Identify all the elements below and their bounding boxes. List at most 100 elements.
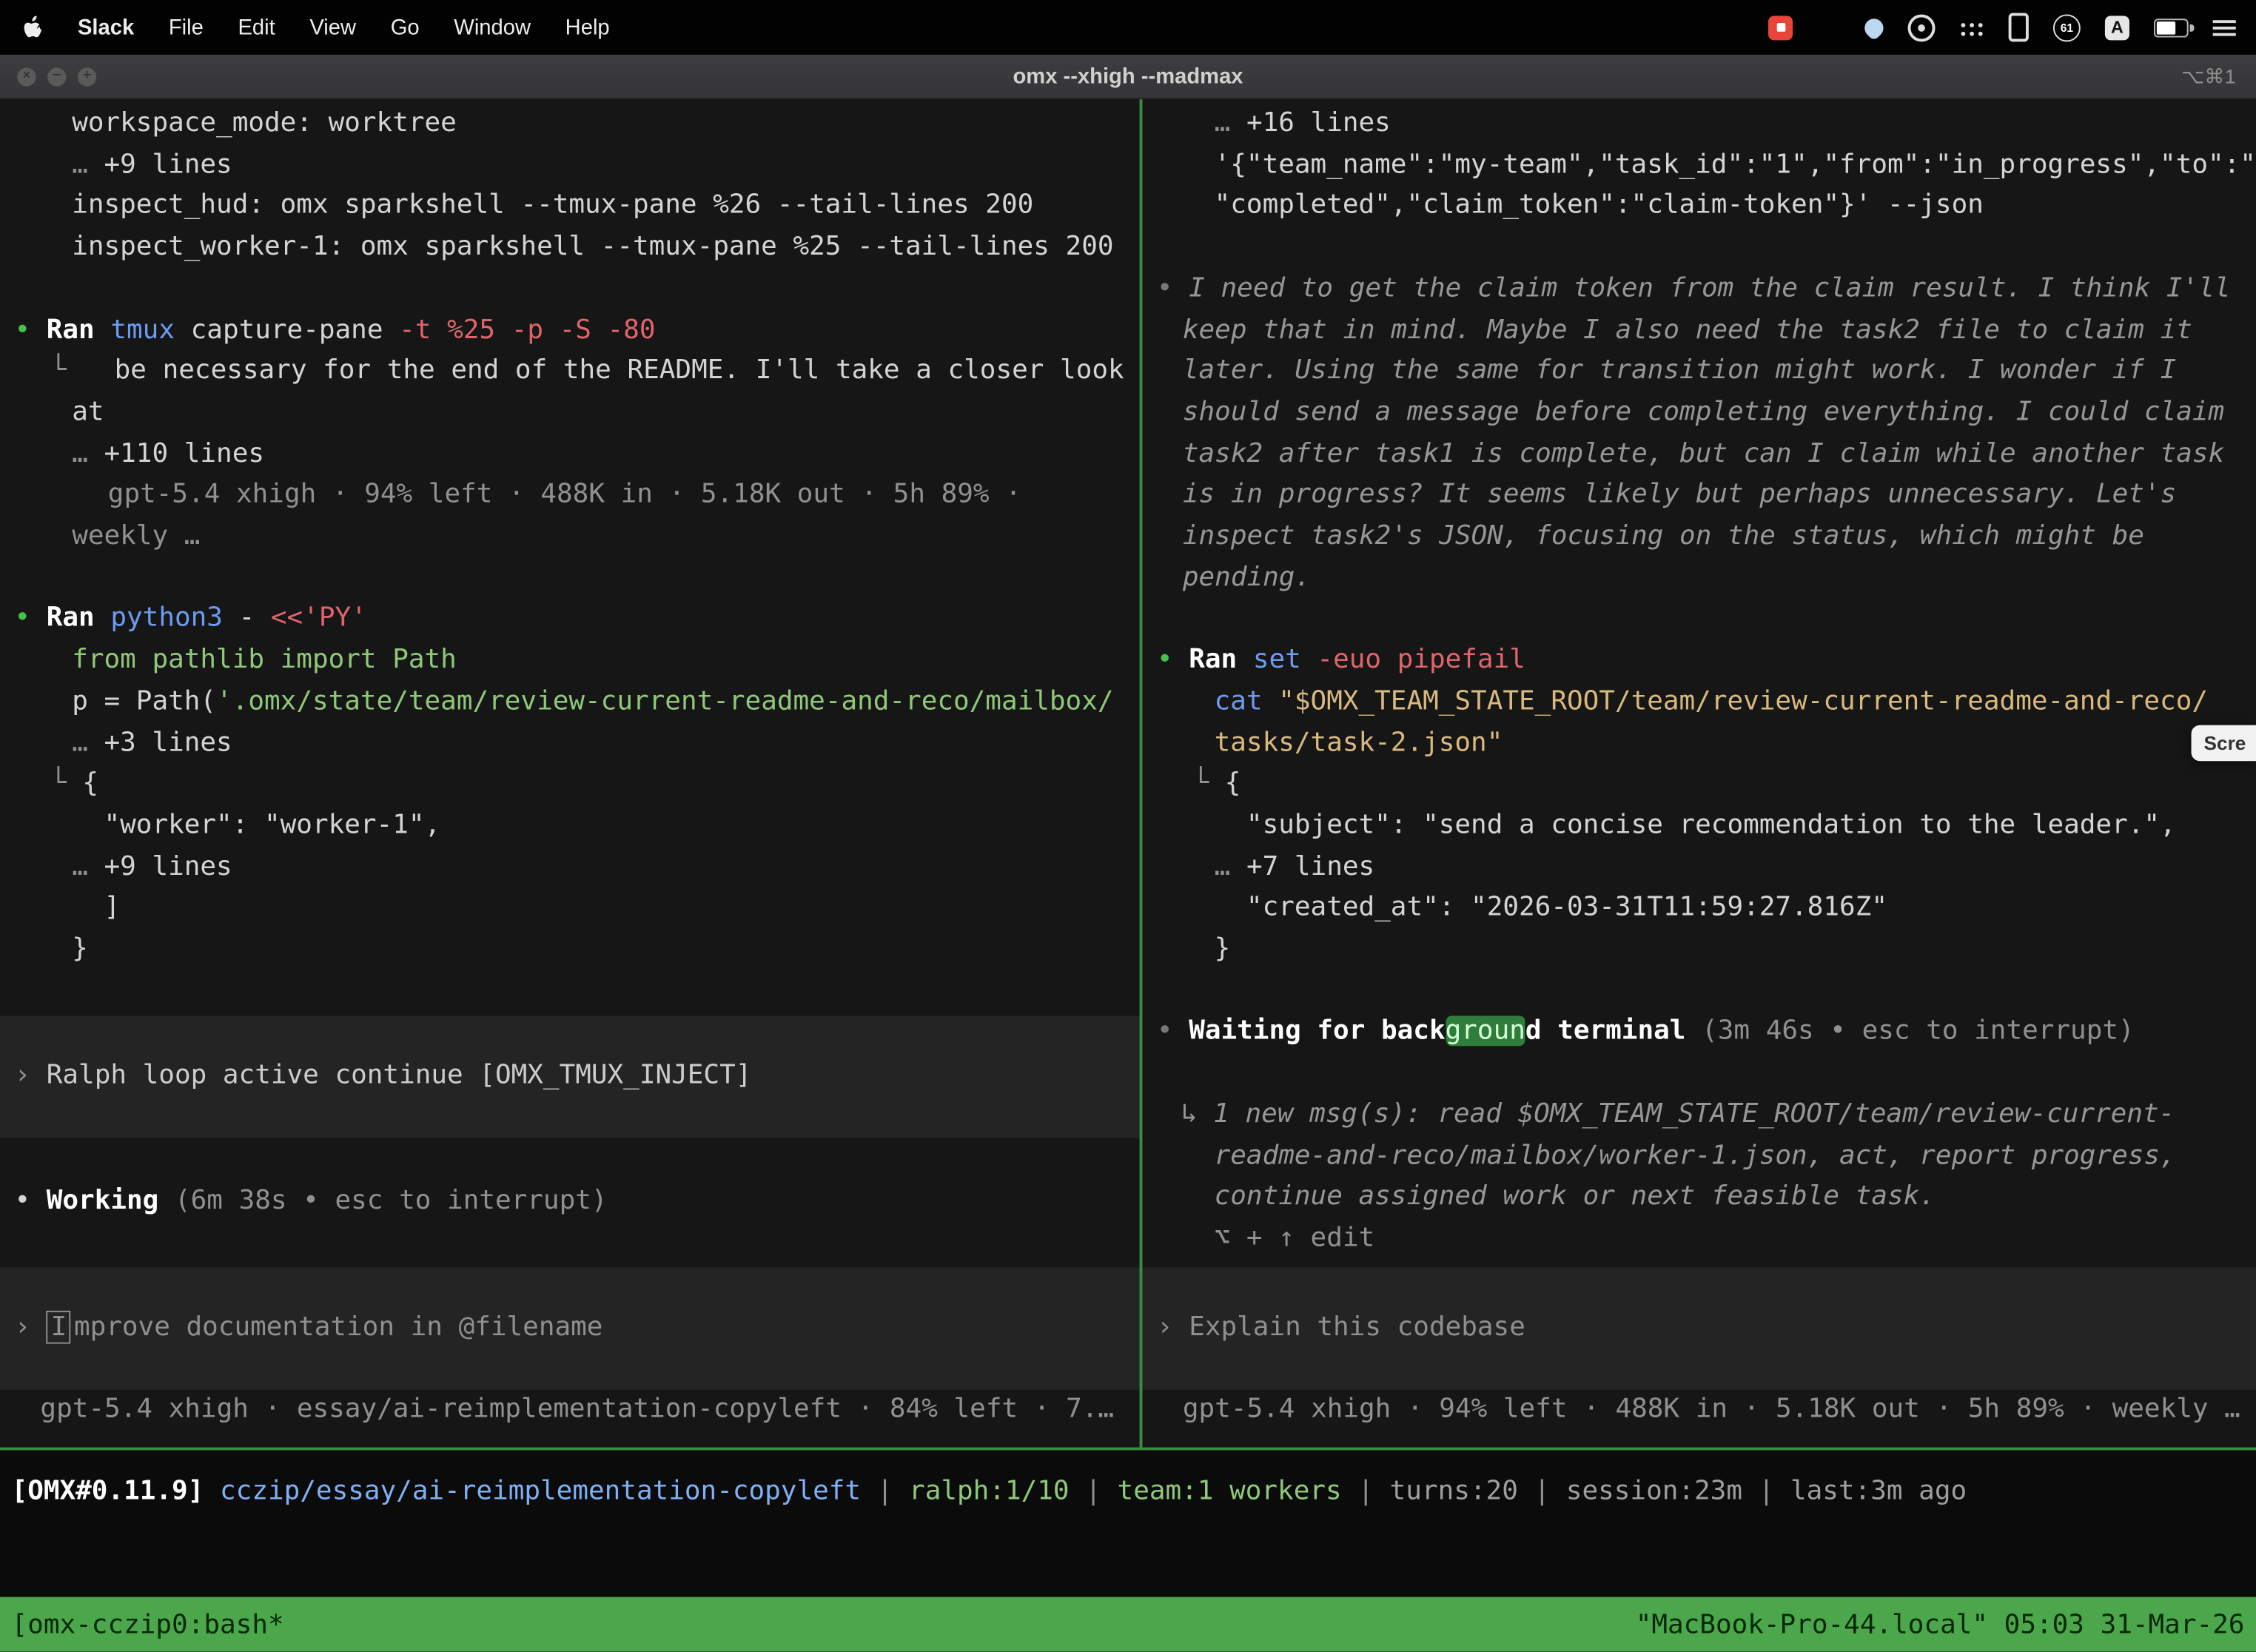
device-icon[interactable] [2009, 13, 2029, 41]
text-segment: gpt-5.4 xhigh · essay/ai-reimplementatio… [40, 1394, 1114, 1425]
blank-line [1142, 600, 2256, 641]
terminal-line: … +16 lines [1142, 104, 2256, 145]
menu-window[interactable]: Window [454, 15, 531, 39]
terminal-line: pending. [1142, 558, 2256, 600]
text-segment: -euo pipefail [1317, 645, 1525, 675]
text-segment: "worker": "worker-1", [72, 810, 440, 840]
text-segment: session:23m [1566, 1476, 1742, 1506]
text-segment: be necessary for the end of the README. … [115, 356, 1124, 386]
terminal-line: from pathlib import Path [0, 640, 1140, 682]
terminal-line: cat "$OMX_TEAM_STATE_ROOT/team/review-cu… [1142, 682, 2256, 723]
text-segment: '.omx/state/team/review-current-readme-a… [216, 686, 1113, 716]
text-segment: … [72, 438, 104, 469]
menu-edit[interactable]: Edit [238, 15, 275, 39]
menu-file[interactable]: File [169, 15, 204, 39]
text-segment: groun [1446, 1016, 1525, 1047]
app-grid-icon[interactable] [1960, 19, 1984, 35]
text-segment: … [1215, 108, 1246, 138]
working-status: • Working (6m 38s • esc to interrupt) [0, 1181, 1140, 1223]
text-segment: • [14, 315, 46, 345]
text-segment: inspect_worker-1: omx sparkshell --tmux-… [72, 232, 1113, 262]
text-segment: ralph:1/10 [909, 1476, 1070, 1506]
battery-gauge-icon[interactable]: 61 [2053, 13, 2081, 41]
screen: Slack File Edit View Go Window Help 61 A… [0, 0, 2256, 1652]
text-segment: (6m 38s • esc to interrupt) [175, 1186, 608, 1216]
text-segment: | [861, 1476, 909, 1506]
blank-line [1142, 227, 2256, 269]
text-segment: p = Path( [72, 686, 216, 716]
text-segment: ↳ 1 new msg(s): read $OMX_TEAM_STATE_ROO… [1181, 1099, 2175, 1129]
text-segment: last:3m ago [1790, 1476, 1967, 1506]
menu-help[interactable]: Help [565, 15, 610, 39]
blank-line [1142, 1053, 2256, 1095]
text-segment: +9 lines [104, 851, 232, 882]
text-segment: ] [72, 893, 120, 923]
text-segment: +3 lines [104, 728, 232, 758]
text-segment: [OMX#0.11.9] [12, 1476, 220, 1506]
menu-go[interactable]: Go [391, 15, 420, 39]
terminal-line: "completed","claim_token":"claim-token"}… [1142, 187, 2256, 228]
left-terminal-pane[interactable]: workspace_mode: worktree… +9 linesinspec… [0, 99, 1140, 1447]
text-segment: at [72, 397, 104, 427]
suggestion-explain[interactable]: › Explain this codebase [1142, 1267, 2256, 1390]
terminal-line: └ { [1142, 765, 2256, 806]
text-segment: … [72, 728, 104, 758]
terminal-line: } [1142, 930, 2256, 971]
model-status-right: gpt-5.4 xhigh · 94% left · 488K in · 5.1… [1142, 1390, 2256, 1431]
text-segment: gpt-5.4 xhigh · 94% left · 488K in · 5.1… [108, 480, 1021, 510]
text-segment: is in progress? It seems likely but perh… [1183, 480, 2176, 510]
text-segment: { [1225, 769, 1241, 799]
terminal-line: keep that in mind. Maybe I also need the… [1142, 310, 2256, 352]
circle-app-icon[interactable] [1908, 13, 1936, 41]
text-segment: continue assigned work or next feasible … [1215, 1181, 1936, 1212]
menu-lines-icon[interactable] [2213, 19, 2236, 36]
text-segment: d terminal [1525, 1016, 1686, 1047]
apple-menu-icon[interactable] [23, 15, 43, 39]
suggestion-improve[interactable]: › Improve documentation in @filename [0, 1267, 1140, 1390]
screen-recording-icon[interactable] [1768, 15, 1793, 39]
text-segment: team:1 workers [1118, 1476, 1342, 1506]
ran-tmux-line: • Ran tmux capture-pane -t %25 -p -S -80 [0, 310, 1140, 352]
drop-icon[interactable] [1861, 14, 1887, 41]
text-segment: ⌥ + ↑ edit [1215, 1223, 1375, 1253]
text-segment: inspect_hud: omx sparkshell --tmux-pane … [72, 190, 1033, 221]
spacer [1142, 1260, 2256, 1267]
menu-app-name[interactable]: Slack [78, 15, 134, 39]
ran-set-line: • Ran set -euo pipefail [1142, 640, 2256, 682]
text-segment: python3 [110, 603, 238, 634]
spacer [0, 1138, 1140, 1181]
text-segment: } [1215, 934, 1231, 964]
input-source-icon[interactable]: A [2105, 15, 2129, 39]
terminal-line: … +9 lines [0, 847, 1140, 888]
ran-python-line: • Ran python3 - <<'PY' [0, 600, 1140, 641]
inject-banner[interactable]: › Ralph loop active continue [OMX_TMUX_I… [0, 1015, 1140, 1138]
zoom-button[interactable]: + [78, 67, 96, 85]
text-segment: Ran [1189, 645, 1253, 675]
close-button[interactable]: × [17, 67, 36, 85]
minimize-button[interactable]: − [47, 67, 66, 85]
tmux-session-label: [omx-cczip0:bash* [12, 1610, 284, 1640]
blank-line [0, 269, 1140, 310]
empty-space [0, 1513, 2256, 1597]
menu-status-icons: 61 A [1768, 13, 2256, 41]
text-segment: "$OMX_TEAM_STATE_ROOT/team/review-curren… [1278, 686, 2208, 716]
text-segment: set [1253, 645, 1317, 675]
text-segment: Improve documentation in @filename [47, 1308, 603, 1349]
suggestion-text: › Explain this codebase [1142, 1308, 2256, 1349]
text-segment: Ran [47, 603, 111, 634]
terminal-line: inspect_hud: omx sparkshell --tmux-pane … [0, 187, 1140, 228]
window-tiles-icon[interactable] [1817, 16, 1840, 38]
right-terminal-pane[interactable]: … +16 lines'{"team_name":"my-team","task… [1142, 99, 2256, 1447]
text-segment: • [14, 1186, 46, 1216]
text-segment: | [1070, 1476, 1118, 1506]
terminal-line: ⌥ + ↑ edit [1142, 1218, 2256, 1260]
battery-icon[interactable] [2154, 18, 2189, 36]
text-segment: <<'PY' [271, 603, 367, 634]
model-status-left: gpt-5.4 xhigh · essay/ai-reimplementatio… [0, 1390, 1140, 1431]
screenshot-notification[interactable]: Scre [2191, 725, 2256, 762]
menu-view[interactable]: View [309, 15, 356, 39]
text-segment: Ran [47, 315, 111, 345]
terminal-line: gpt-5.4 xhigh · 94% left · 488K in · 5.1… [0, 475, 1140, 517]
text-segment: • [1157, 273, 1189, 303]
terminal-line: task2 after task1 is complete, but can I… [1142, 434, 2256, 475]
